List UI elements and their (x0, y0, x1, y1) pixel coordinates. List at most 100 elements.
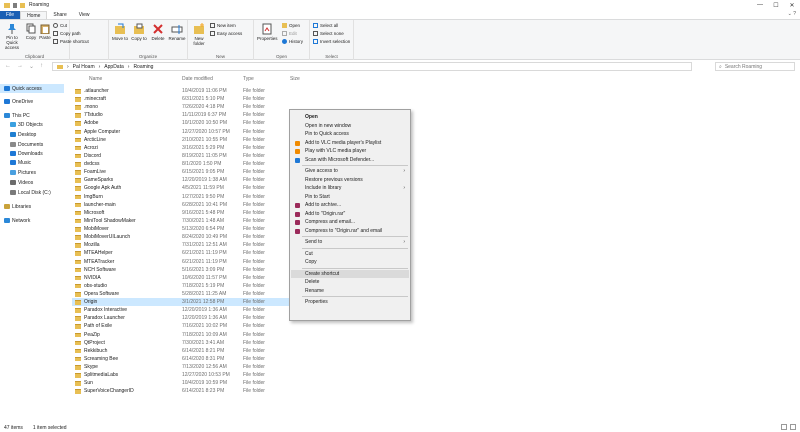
sidebar-item[interactable]: This PC (0, 111, 64, 120)
history-button[interactable]: History (282, 39, 303, 44)
invert-selection-button[interactable]: Invert selection (313, 39, 350, 44)
file-row[interactable]: MTEAHelper 6/21/2021 11:19 PM File folder (72, 249, 298, 257)
copy-path-button[interactable]: Copy path (53, 31, 81, 36)
context-menu-item[interactable]: Open in new window (291, 122, 409, 131)
sidebar-item[interactable]: Desktop (0, 130, 64, 139)
paste-shortcut-button[interactable]: Paste shortcut (53, 39, 89, 44)
copy-button[interactable]: Copy (25, 23, 37, 40)
context-menu-item[interactable]: Include in library › (291, 184, 409, 193)
file-row[interactable]: .mono 7/26/2020 4:18 PM File folder (72, 103, 298, 111)
breadcrumb-roaming[interactable]: Roaming (133, 64, 153, 70)
context-menu-item[interactable]: Cut (291, 250, 409, 259)
file-row[interactable]: Adobe 10/1/2020 10:50 PM File folder (72, 119, 298, 127)
file-row[interactable]: FoamLive 6/15/2021 9:05 PM File folder (72, 168, 298, 176)
file-row[interactable]: SplitmediaLabs 12/27/2020 10:53 PM File fo… (72, 371, 298, 379)
file-row[interactable]: dvdcss 8/1/2020 1:50 PM File folder (72, 160, 298, 168)
sidebar-item[interactable]: Local Disk (C:) (0, 188, 64, 197)
file-row[interactable]: QtProject 7/30/2021 3:41 AM File folder (72, 339, 298, 347)
context-menu-item[interactable]: Compress and email... (291, 218, 409, 227)
context-menu-item[interactable]: Scan with Microsoft Defender... (291, 156, 409, 165)
file-row[interactable]: Skype 7/13/2020 12:56 AM File folder (72, 363, 298, 371)
file-row[interactable]: .minecraft 6/31/2021 5:10 PM File folder (72, 95, 298, 103)
breadcrumb-appdata[interactable]: AppData (104, 64, 123, 70)
minimize-button[interactable]: — (752, 0, 768, 10)
context-menu-item[interactable]: Give access to › (291, 167, 409, 176)
file-row[interactable]: SuperVoiceChangerID 6/14/2021 8:23 PM File… (72, 387, 298, 395)
open-button[interactable]: Open (282, 23, 300, 28)
context-menu-item[interactable]: Add to VLC media player's Playlist (291, 139, 409, 148)
up-arrow-icon[interactable]: ↑ (40, 63, 43, 70)
context-menu-item[interactable]: Add to archive... (291, 201, 409, 210)
tab-file[interactable]: File (0, 11, 21, 19)
context-menu-item[interactable]: Pin to Start (291, 193, 409, 202)
paste-button[interactable]: Paste (39, 23, 51, 40)
sidebar-item[interactable]: 3D Objects (0, 120, 64, 129)
file-row[interactable]: obs-studio 7/18/2021 5:19 PM File folder (72, 282, 298, 290)
pin-quick-access-button[interactable]: Pin to Quick access (2, 23, 22, 50)
file-row[interactable]: MiniTool ShadowMaker 7/30/2021 1:48 AM Fil… (72, 217, 298, 225)
file-row[interactable]: Apple Computer 12/27/2020 10:57 PM File fo… (72, 128, 298, 136)
file-row[interactable]: Sun 10/4/2019 10:59 PM File folder (72, 379, 298, 387)
file-row[interactable]: 7Tstudio 11/11/2019 6:37 PM File folder (72, 111, 298, 119)
sidebar-item[interactable]: Music (0, 158, 64, 167)
file-row[interactable]: Opera Software 5/28/2021 11:25 AM File fol… (72, 290, 298, 298)
back-arrow-icon[interactable]: ← (5, 63, 11, 70)
delete-button[interactable]: Delete (150, 23, 166, 41)
file-row[interactable]: Paradox Launcher 12/20/2019 1:36 AM File f… (72, 314, 298, 322)
close-button[interactable]: ✕ (784, 0, 800, 10)
file-row[interactable]: launcher-main 6/28/2021 10:41 PM File fold… (72, 201, 298, 209)
file-row[interactable]: Google Apk Auth 4/5/2021 11:59 PM File fol… (72, 184, 298, 192)
forward-arrow-icon[interactable]: → (17, 63, 23, 70)
file-row[interactable]: .atlauncher 10/4/2019 11:06 PM File folder (72, 87, 298, 95)
ribbon-expand-icon[interactable]: ⌄ ? (788, 11, 796, 17)
easy-access-button[interactable]: Easy access (210, 31, 242, 36)
tab-home[interactable]: Home (20, 11, 48, 19)
cut-button[interactable]: Cut (53, 23, 67, 28)
large-icons-view-icon[interactable] (790, 424, 796, 430)
select-all-button[interactable]: Select all (313, 23, 338, 28)
file-row[interactable]: Paradox Interactive 12/20/2019 1:36 AM Fil… (72, 306, 298, 314)
file-row[interactable]: Screaming Bee 6/14/2020 8:31 PM File folde… (72, 355, 298, 363)
column-name[interactable]: Name (89, 76, 102, 82)
column-type[interactable]: Type (243, 76, 254, 82)
file-row[interactable]: MTEATracker 6/21/2021 11:19 PM File folder (72, 258, 298, 266)
file-row[interactable]: Rekkibuch 6/14/2021 8:21 PM File folder (72, 347, 298, 355)
file-row[interactable]: Microsoft 9/16/2021 5:48 PM File folder (72, 209, 298, 217)
context-menu-item[interactable]: Pin to Quick access (291, 130, 409, 139)
file-row[interactable]: Origin 3/1/2021 12:58 PM File folder (72, 298, 298, 307)
new-folder-button[interactable]: New folder (191, 23, 207, 46)
file-row[interactable]: PeaZip 7/18/2021 10:09 AM File folder (72, 331, 298, 339)
details-view-icon[interactable] (781, 424, 787, 430)
sidebar-item[interactable]: Downloads (0, 149, 64, 158)
file-row[interactable]: MobiMover 5/13/2020 6:54 PM File folder (72, 225, 298, 233)
address-bar[interactable]: › Pal Hoam › AppData › Roaming (52, 62, 692, 71)
context-menu-item[interactable]: Add to "Origin.rar" (291, 210, 409, 219)
file-row[interactable]: ArcticLine 2/10/2021 10:55 PM File folder (72, 136, 298, 144)
new-folder-icon[interactable] (20, 2, 25, 8)
file-row[interactable]: Mozilla 7/31/2021 12:51 AM File folder (72, 241, 298, 249)
file-row[interactable]: NVIDIA 10/6/2020 11:57 PM File folder (72, 274, 298, 282)
recent-chevron-icon[interactable]: ⌄ (29, 63, 34, 70)
file-row[interactable]: NCH Software 5/16/2021 3:09 PM File folder (72, 266, 298, 274)
file-row[interactable]: Path of Exile 7/16/2021 10:02 PM File fold… (72, 322, 298, 330)
context-menu-item[interactable]: Play with VLC media player (291, 147, 409, 156)
tab-view[interactable]: View (73, 11, 96, 19)
file-row[interactable]: Acrozi 3/16/2021 5:29 PM File folder (72, 144, 298, 152)
context-menu-item[interactable]: Restore previous versions (291, 176, 409, 185)
edit-button[interactable]: Edit (282, 31, 297, 36)
maximize-button[interactable]: ☐ (768, 0, 784, 10)
new-item-button[interactable]: New item (210, 23, 236, 28)
context-menu-item[interactable]: Rename (291, 287, 409, 296)
file-row[interactable]: ImgBurn 1/27/2021 9:50 PM File folder (72, 193, 298, 201)
context-menu-item[interactable]: Copy (291, 258, 409, 267)
select-none-button[interactable]: Select none (313, 31, 344, 36)
search-box[interactable]: ⌕ Search Roaming (715, 62, 795, 71)
context-menu-item[interactable]: Compress to "Origin.rar" and email (291, 227, 409, 236)
file-row[interactable]: Discord 8/19/2021 11:05 PM File folder (72, 152, 298, 160)
properties-button[interactable]: Properties (257, 23, 278, 41)
column-date-modified[interactable]: Date modified (182, 76, 213, 82)
column-size[interactable]: Size (290, 76, 300, 82)
tab-share[interactable]: Share (47, 11, 72, 19)
move-to-button[interactable]: Move to (112, 23, 128, 41)
sidebar-item[interactable]: Network (0, 216, 64, 225)
